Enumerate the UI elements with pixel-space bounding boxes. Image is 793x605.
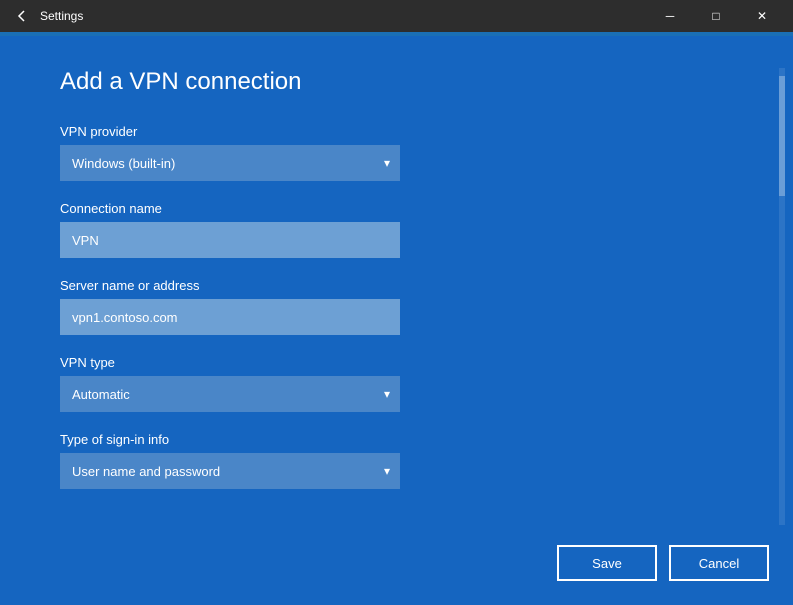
window-title: Settings	[40, 9, 83, 23]
connection-name-input[interactable]	[60, 222, 400, 258]
scrollbar-thumb[interactable]	[779, 76, 785, 196]
vpn-provider-label: VPN provider	[60, 124, 733, 139]
footer-buttons: Save Cancel	[557, 545, 769, 581]
sign-in-type-select[interactable]: User name and password Smart card One-ti…	[60, 453, 400, 489]
sign-in-type-group: Type of sign-in info User name and passw…	[60, 432, 733, 489]
vpn-provider-group: VPN provider Windows (built-in) ▾	[60, 124, 733, 181]
server-name-input[interactable]	[60, 299, 400, 335]
sign-in-type-wrapper: User name and password Smart card One-ti…	[60, 453, 400, 489]
connection-name-label: Connection name	[60, 201, 733, 216]
server-name-label: Server name or address	[60, 278, 733, 293]
connection-name-group: Connection name	[60, 201, 733, 258]
title-bar: Settings ─ □ ✕	[0, 0, 793, 32]
window-controls: ─ □ ✕	[647, 0, 785, 32]
cancel-button[interactable]: Cancel	[669, 545, 769, 581]
vpn-type-group: VPN type Automatic PPTP L2TP/IPsec SSTP …	[60, 355, 733, 412]
title-bar-left: Settings	[12, 6, 83, 26]
minimize-button[interactable]: ─	[647, 0, 693, 32]
vpn-type-select[interactable]: Automatic PPTP L2TP/IPsec SSTP IKEv2	[60, 376, 400, 412]
vpn-type-label: VPN type	[60, 355, 733, 370]
vpn-type-wrapper: Automatic PPTP L2TP/IPsec SSTP IKEv2 ▾	[60, 376, 400, 412]
sign-in-type-label: Type of sign-in info	[60, 432, 733, 447]
page-title: Add a VPN connection	[60, 68, 733, 96]
maximize-button[interactable]: □	[693, 0, 739, 32]
vpn-provider-wrapper: Windows (built-in) ▾	[60, 145, 400, 181]
save-button[interactable]: Save	[557, 545, 657, 581]
vpn-provider-select[interactable]: Windows (built-in)	[60, 145, 400, 181]
server-name-group: Server name or address	[60, 278, 733, 335]
scrollbar-track	[779, 68, 785, 525]
main-content: Add a VPN connection VPN provider Window…	[0, 36, 793, 605]
back-button[interactable]	[12, 6, 32, 26]
close-button[interactable]: ✕	[739, 0, 785, 32]
